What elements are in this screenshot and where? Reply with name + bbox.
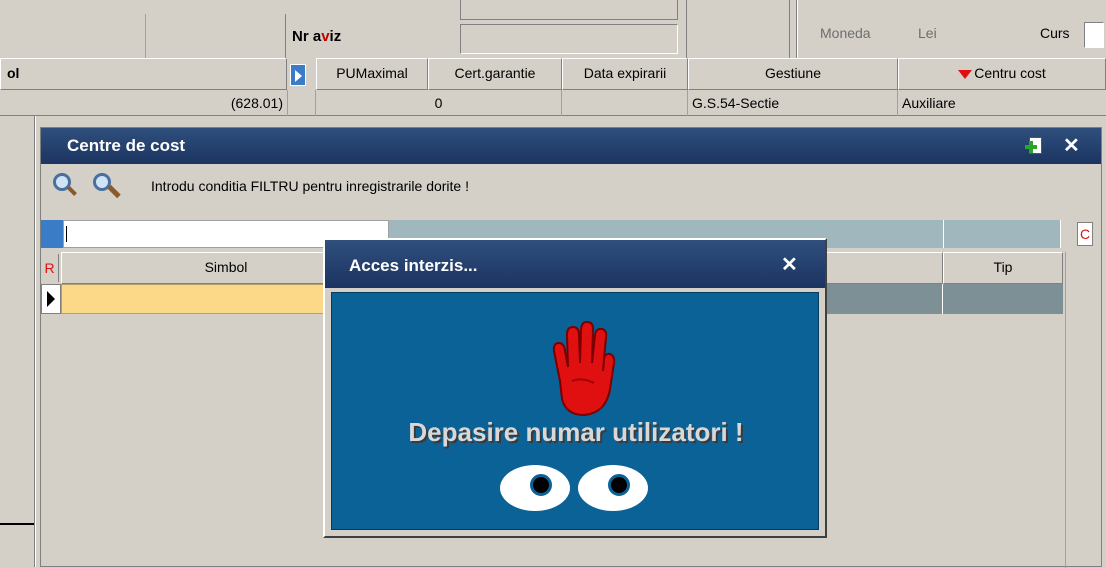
nr-aviz-label: Nr aviz — [292, 28, 342, 45]
moneda-label: Moneda — [820, 25, 871, 41]
nr-aviz-input[interactable] — [460, 24, 678, 54]
grid-data-row[interactable]: (628.01) 0 G.S.54-Sectie Auxiliare — [0, 90, 1106, 116]
col-marker-c[interactable]: C — [1077, 222, 1093, 246]
nr-aviz-input-top[interactable] — [460, 0, 678, 20]
column-header-data-expirarii[interactable]: Data expirarii — [562, 58, 688, 90]
sort-down-icon — [958, 69, 973, 79]
filter-bar: Introdu conditia FILTRU pentru inregistr… — [41, 164, 1101, 214]
col-marker-r[interactable]: R — [41, 254, 59, 282]
filter-input-extra-right-sep — [943, 220, 944, 248]
curs-input[interactable] — [1084, 22, 1104, 48]
top-left-field — [0, 14, 146, 60]
row-pointer-header — [288, 60, 316, 88]
curs-label: Curs — [1040, 25, 1070, 41]
column-header-pumaximal[interactable]: PUMaximal — [316, 58, 428, 90]
search-advanced-icon-handle — [107, 184, 121, 199]
dialog-body: Depasire numar utilizatori ! — [331, 292, 819, 530]
add-icon[interactable] — [1023, 137, 1043, 157]
cell-data-expirarii — [562, 90, 688, 116]
left-panel-line — [0, 523, 34, 525]
filter-row-marker — [41, 220, 63, 248]
cell-tip-selected[interactable] — [943, 284, 1063, 314]
centre-window-title: Centre de cost — [67, 136, 186, 155]
dialog-titlebar[interactable]: Acces interzis... ✕ — [325, 240, 825, 288]
dialog-title: Acces interzis... — [349, 256, 478, 275]
dialog-close-icon[interactable]: ✕ — [781, 252, 798, 277]
dialog-message: Depasire numar utilizatori ! — [408, 417, 744, 447]
search-icon-handle — [67, 186, 77, 196]
cell-centru-cost: Auxiliare — [902, 95, 956, 111]
top-separator — [796, 0, 798, 60]
column-header-centru-cost[interactable]: Centru cost — [898, 58, 1106, 90]
top-left-field-2 — [146, 14, 286, 60]
column-header-gestiune[interactable]: Gestiune — [688, 58, 898, 90]
left-panel-edge — [34, 116, 36, 567]
close-icon[interactable]: ✕ — [1063, 133, 1080, 158]
hand-stop-icon — [552, 321, 616, 417]
top-mid-box — [686, 0, 790, 60]
header-arrow-icon — [290, 64, 306, 86]
acces-interzis-dialog: Acces interzis... ✕ Depasire numar utili… — [323, 238, 827, 538]
moneda-value: Lei — [918, 25, 937, 41]
row-pointer-icon — [41, 284, 61, 314]
eyes-icon — [500, 465, 654, 511]
cell-gestiune: G.S.54-Sectie — [688, 90, 898, 116]
cell-pointer — [288, 90, 316, 116]
cell-value1: (628.01) — [0, 90, 288, 116]
cell-pumaximal: 0 — [316, 90, 562, 116]
column-header-tip[interactable]: Tip — [943, 252, 1063, 284]
top-toolbar-area: Nr aviz Moneda Lei Curs — [0, 0, 1106, 60]
filter-text: Introdu conditia FILTRU pentru inregistr… — [151, 178, 469, 194]
column-header-simbol[interactable]: ol — [0, 58, 287, 90]
centru-cost-label: Centru cost — [974, 65, 1046, 81]
centre-grid-right-edge — [1065, 252, 1066, 568]
column-header-cert-garantie[interactable]: Cert.garantie — [428, 58, 562, 90]
centre-window-titlebar[interactable]: Centre de cost ✕ — [41, 128, 1101, 164]
grid-header-row: ol PUMaximal Cert.garantie Data expirari… — [0, 58, 1106, 90]
